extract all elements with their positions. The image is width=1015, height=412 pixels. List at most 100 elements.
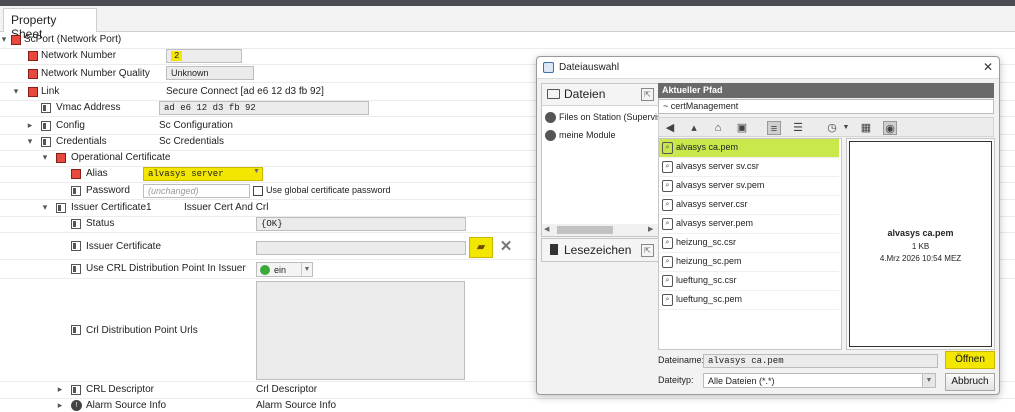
history-icon[interactable]: ◷: [825, 121, 839, 135]
crl-descriptor-label: CRL Descriptor: [86, 384, 154, 395]
expand-caret-icon[interactable]: ▸: [25, 120, 35, 131]
file-item[interactable]: ⌕ lueftung_sc.pem: [659, 291, 839, 310]
files-panel-item-station[interactable]: Files on Station (Supervis: [542, 110, 658, 126]
scroll-right-icon[interactable]: ▶: [648, 225, 653, 233]
network-number-label: Network Number: [41, 50, 117, 61]
property-icon: [28, 69, 38, 79]
property-icon: [28, 51, 38, 61]
folder-icon: [41, 121, 51, 131]
file-name: alvasys server.pem: [676, 218, 754, 228]
maximize-icon[interactable]: ⇱: [641, 244, 654, 257]
preview-toggle-icon[interactable]: ◉: [883, 121, 897, 135]
property-icon: [71, 219, 81, 229]
tab-property-sheet[interactable]: Property Sheet: [3, 8, 97, 41]
alias-select[interactable]: alvasys server: [143, 167, 263, 181]
chevron-down-icon[interactable]: ▼: [922, 374, 935, 387]
property-icon: [71, 325, 81, 335]
chevron-down-icon[interactable]: ▼: [251, 168, 262, 180]
preview-file-size: 1 KB: [911, 242, 930, 251]
issuer-certificate1-value: Issuer Cert And Crl: [184, 202, 269, 213]
filename-input[interactable]: alvasys ca.pem: [703, 354, 938, 368]
list-view-icon[interactable]: ≡: [767, 121, 781, 135]
folder-open-icon[interactable]: ▰: [469, 237, 493, 258]
file-item[interactable]: ⌕ alvasys server sv.csr: [659, 158, 839, 177]
back-icon[interactable]: ◀: [663, 121, 677, 135]
scrollbar-thumb[interactable]: [557, 226, 613, 234]
horizontal-scrollbar[interactable]: ◀ ▶: [542, 224, 658, 236]
filetype-label: Dateityp:: [658, 375, 694, 385]
vmac-address-value: ad e6 12 d3 fb 92: [159, 101, 369, 115]
network-number-value: 2: [171, 51, 183, 61]
station-icon: [545, 112, 556, 123]
expand-caret-icon[interactable]: ▾: [25, 136, 35, 147]
details-view-icon[interactable]: ☰: [791, 121, 805, 135]
network-number-quality-value: Unknown: [166, 66, 254, 80]
home-icon[interactable]: ⌂: [711, 121, 725, 135]
expand-caret-icon[interactable]: ▸: [55, 400, 65, 411]
tree-row-alarm-source-info[interactable]: ▸ ! Alarm Source Info Alarm Source Info: [0, 398, 1015, 412]
filename-label: Dateiname:: [658, 355, 705, 365]
file-icon: ⌕: [662, 256, 673, 268]
preview-file-name: alvasys ca.pem: [887, 228, 954, 238]
close-icon[interactable]: ✕: [981, 60, 995, 74]
alarm-source-info-value: Alarm Source Info: [256, 400, 337, 411]
expand-caret-icon[interactable]: ▾: [40, 202, 50, 213]
cancel-button[interactable]: Abbruch: [945, 373, 995, 391]
port-icon: [11, 35, 21, 45]
file-item[interactable]: ⌕ alvasys ca.pem: [659, 139, 839, 158]
files-panel-item-label: Files on Station (Supervis: [559, 112, 658, 122]
issuer-certificate-field[interactable]: [256, 241, 466, 255]
property-icon: [71, 264, 81, 274]
scroll-left-icon[interactable]: ◀: [544, 225, 549, 233]
use-global-password-checkbox[interactable]: [253, 186, 263, 196]
link-label: Link: [41, 86, 60, 97]
file-item[interactable]: ⌕ heizung_sc.pem: [659, 253, 839, 272]
issuer-certificate1-label: Issuer Certificate1: [71, 202, 152, 213]
crl-urls-textarea[interactable]: [256, 281, 465, 380]
expand-caret-icon[interactable]: ▾: [40, 152, 50, 163]
expand-caret-icon[interactable]: ▸: [55, 384, 65, 395]
filetype-select[interactable]: Alle Dateien (*.*) ▼: [703, 373, 936, 388]
alarm-icon: !: [71, 400, 82, 411]
expand-caret-icon[interactable]: ▾: [11, 86, 21, 97]
password-input[interactable]: (unchanged): [143, 184, 250, 198]
tree-row-root[interactable]: ▾ ScPort (Network Port): [0, 32, 1015, 49]
config-value: Sc Configuration: [159, 120, 233, 131]
crl-urls-label: Crl Distribution Point Urls: [86, 325, 198, 336]
file-item[interactable]: ⌕ lueftung_sc.csr: [659, 272, 839, 291]
files-panel: Dateien ⇱ Files on Station (Supervis mei…: [541, 83, 659, 237]
up-folder-icon[interactable]: ▴: [687, 121, 701, 135]
credentials-value: Sc Credentials: [159, 136, 225, 147]
config-label: Config: [56, 120, 85, 131]
dialog-title: Dateiauswahl: [559, 62, 620, 73]
file-item[interactable]: ⌕ alvasys server sv.pem: [659, 177, 839, 196]
clear-icon[interactable]: ✕: [499, 239, 513, 255]
chevron-down-icon[interactable]: ▼: [839, 121, 853, 135]
status-value: {OK}: [256, 217, 466, 231]
filetype-value: Alle Dateien (*.*): [708, 376, 775, 386]
chevron-down-icon[interactable]: ▼: [301, 263, 312, 276]
file-item[interactable]: ⌕ heizung_sc.csr: [659, 234, 839, 253]
use-crl-select[interactable]: ein ▼: [256, 262, 313, 277]
maximize-icon[interactable]: ⇱: [641, 88, 654, 101]
file-icon: ⌕: [662, 180, 673, 192]
bookmarks-title: Lesezeichen: [564, 243, 632, 257]
open-button[interactable]: Öffnen: [945, 351, 995, 369]
files-panel-item-modules[interactable]: meine Module: [542, 128, 658, 144]
expand-caret-icon[interactable]: ▾: [0, 34, 9, 45]
folder-icon: [56, 203, 66, 213]
certificate-icon: [56, 153, 66, 163]
preview-pane: alvasys ca.pem 1 KB 4.Mrz 2026 10:54 MEZ: [846, 138, 995, 350]
network-number-quality-label: Network Number Quality: [41, 68, 150, 79]
use-crl-value: ein: [274, 265, 287, 275]
file-item[interactable]: ⌕ alvasys server.csr: [659, 196, 839, 215]
password-label: Password: [86, 185, 130, 196]
file-name: heizung_sc.pem: [676, 256, 742, 266]
path-field[interactable]: ~ certManagement: [658, 99, 994, 114]
file-chooser-dialog: Dateiauswahl ✕ Dateien ⇱ Files on Statio…: [536, 56, 1000, 395]
file-item[interactable]: ⌕ alvasys server.pem: [659, 215, 839, 234]
network-number-field[interactable]: 2: [166, 49, 242, 63]
new-folder-icon[interactable]: ▣: [735, 121, 749, 135]
save-icon[interactable]: ▦: [859, 121, 873, 135]
crl-descriptor-value: Crl Descriptor: [256, 384, 318, 395]
